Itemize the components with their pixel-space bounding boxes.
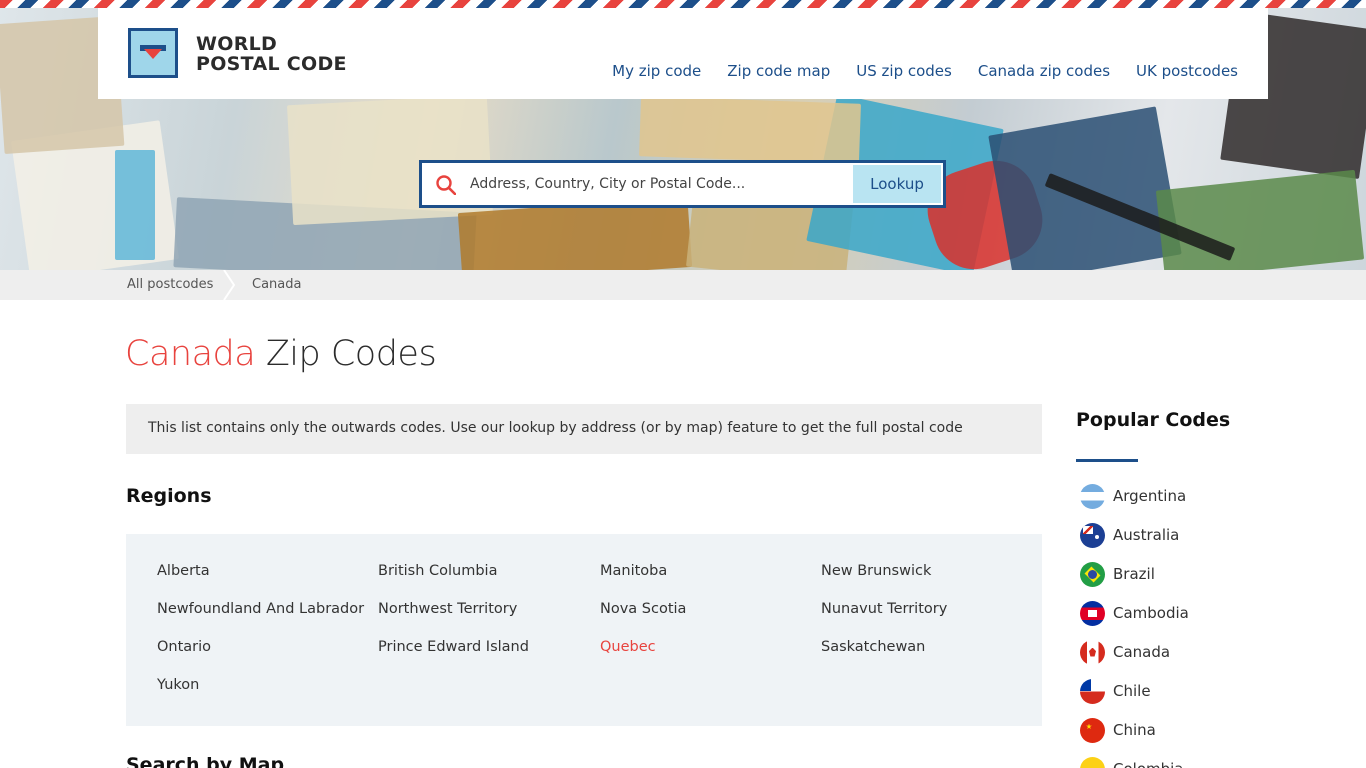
site-logo-text[interactable]: WORLD POSTAL CODE <box>196 34 347 74</box>
region-newfoundland-and-labrador[interactable]: Newfoundland And Labrador <box>157 601 364 617</box>
popular-item-label: Colombia <box>1113 760 1184 768</box>
region-saskatchewan[interactable]: Saskatchewan <box>821 639 925 655</box>
chevron-right-icon <box>223 270 236 300</box>
argentina-flag-icon <box>1080 483 1105 509</box>
popular-item-label: Australia <box>1113 526 1180 544</box>
search-input[interactable] <box>470 163 850 205</box>
logo-line-1: WORLD <box>196 33 278 55</box>
popular-item-colombia[interactable]: Colombia <box>1080 756 1184 768</box>
search-icon <box>436 175 456 195</box>
popular-codes-heading: Popular Codes <box>1076 409 1231 431</box>
breadcrumb-canada: Canada <box>252 277 302 292</box>
region-quebec[interactable]: Quebec <box>600 639 656 655</box>
airmail-stripe <box>0 0 1366 8</box>
breadcrumb: All postcodes Canada <box>0 270 1366 300</box>
search-bar: Lookup <box>419 160 946 208</box>
region-new-brunswick[interactable]: New Brunswick <box>821 563 931 579</box>
popular-item-chile[interactable]: Chile <box>1080 678 1151 704</box>
region-nova-scotia[interactable]: Nova Scotia <box>600 601 686 617</box>
popular-item-label: Chile <box>1113 682 1151 700</box>
popular-heading-underline <box>1076 459 1138 462</box>
logo-line-2: POSTAL CODE <box>196 53 347 75</box>
region-nunavut-territory[interactable]: Nunavut Territory <box>821 601 947 617</box>
envelope-logo-icon[interactable] <box>128 28 178 78</box>
popular-item-label: Brazil <box>1113 565 1155 583</box>
info-notice: This list contains only the outwards cod… <box>126 404 1042 454</box>
lookup-button[interactable]: Lookup <box>853 165 941 203</box>
page-title-rest: Zip Codes <box>255 334 437 374</box>
australia-flag-icon <box>1080 522 1105 548</box>
popular-item-label: Argentina <box>1113 487 1187 505</box>
region-british-columbia[interactable]: British Columbia <box>378 563 497 579</box>
popular-item-brazil[interactable]: Brazil <box>1080 561 1155 587</box>
region-northwest-territory[interactable]: Northwest Territory <box>378 601 517 617</box>
site-header: WORLD POSTAL CODE My zip code Zip code m… <box>98 8 1268 99</box>
popular-item-canada[interactable]: Canada <box>1080 639 1170 665</box>
regions-list: Alberta British Columbia Manitoba New Br… <box>126 534 1042 726</box>
region-yukon[interactable]: Yukon <box>157 677 199 693</box>
main-nav: My zip code Zip code map US zip codes Ca… <box>612 62 1238 80</box>
popular-item-australia[interactable]: Australia <box>1080 522 1179 548</box>
nav-canada-zip-codes[interactable]: Canada zip codes <box>978 62 1110 80</box>
china-flag-icon <box>1080 717 1105 743</box>
nav-zip-code-map[interactable]: Zip code map <box>727 62 830 80</box>
popular-item-label: China <box>1113 721 1156 739</box>
popular-item-label: Canada <box>1113 643 1171 661</box>
nav-us-zip-codes[interactable]: US zip codes <box>856 62 952 80</box>
region-ontario[interactable]: Ontario <box>157 639 211 655</box>
map-section-heading: Search by Map <box>126 754 285 768</box>
region-alberta[interactable]: Alberta <box>157 563 210 579</box>
colombia-flag-icon <box>1080 756 1105 768</box>
popular-item-argentina[interactable]: Argentina <box>1080 483 1186 509</box>
page-title: Canada Zip Codes <box>125 334 437 374</box>
popular-item-cambodia[interactable]: Cambodia <box>1080 600 1189 626</box>
popular-item-china[interactable]: China <box>1080 717 1156 743</box>
nav-my-zip-code[interactable]: My zip code <box>612 62 701 80</box>
region-prince-edward-island[interactable]: Prince Edward Island <box>378 639 529 655</box>
breadcrumb-all-postcodes[interactable]: All postcodes <box>127 277 213 292</box>
cambodia-flag-icon <box>1080 600 1105 626</box>
chile-flag-icon <box>1080 678 1105 704</box>
region-manitoba[interactable]: Manitoba <box>600 563 667 579</box>
regions-heading: Regions <box>126 485 212 507</box>
popular-item-label: Cambodia <box>1113 604 1189 622</box>
page-title-highlight: Canada <box>125 334 256 374</box>
canada-flag-icon <box>1080 639 1105 665</box>
nav-uk-postcodes[interactable]: UK postcodes <box>1136 62 1238 80</box>
brazil-flag-icon <box>1080 561 1105 587</box>
